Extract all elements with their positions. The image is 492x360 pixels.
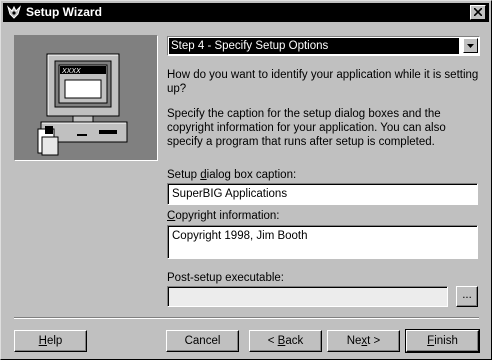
wizard-app-icon <box>6 5 22 20</box>
intro-explanation: Specify the caption for the setup dialog… <box>167 108 446 148</box>
wizard-illustration: XXXX <box>14 35 158 161</box>
finish-button[interactable]: Finish <box>405 329 480 353</box>
browse-button[interactable]: ... <box>456 286 478 307</box>
step-selector[interactable]: Step 4 - Specify Setup Options <box>167 36 480 56</box>
screen-text: XXXX <box>61 68 81 75</box>
caption-label: Setup dialog box caption: <box>167 169 297 181</box>
close-icon <box>474 8 482 16</box>
step-selected-value: Step 4 - Specify Setup Options <box>169 38 459 54</box>
setup-wizard-window: Setup Wizard XXXX Step 4 - Specify Setup… <box>0 0 492 360</box>
copyright-label: Copyright information: <box>167 210 280 222</box>
caption-field[interactable]: SuperBIG Applications <box>167 183 478 205</box>
intro-question: How do you want to identify your applica… <box>167 69 479 95</box>
window-title: Setup Wizard <box>26 5 102 19</box>
next-button[interactable]: Next > <box>327 330 400 352</box>
copyright-field[interactable]: Copyright 1998, Jim Booth <box>167 225 478 259</box>
post-setup-field[interactable] <box>167 286 448 307</box>
help-button[interactable]: Help <box>14 330 87 352</box>
computer-icon: XXXX <box>37 53 128 156</box>
footer-separator-highlight <box>14 318 479 319</box>
post-setup-label: Post-setup executable: <box>167 272 284 284</box>
back-button[interactable]: < Back <box>249 330 322 352</box>
title-bar: Setup Wizard <box>3 3 489 22</box>
close-button[interactable] <box>470 5 486 20</box>
chevron-down-icon <box>467 44 474 48</box>
step-dropdown-button[interactable] <box>463 38 478 53</box>
cancel-button[interactable]: Cancel <box>166 330 239 352</box>
